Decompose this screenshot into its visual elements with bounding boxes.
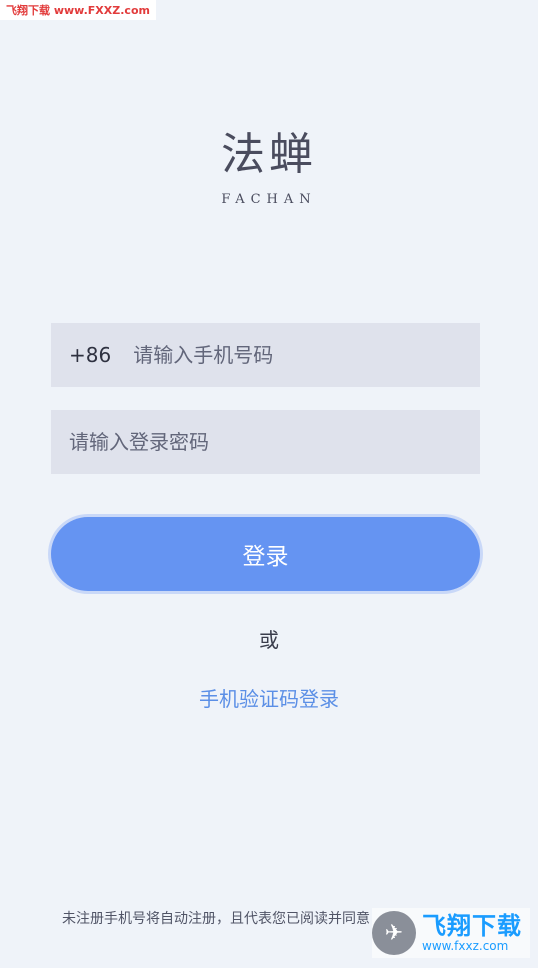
terms-text: 未注册手机号将自动注册，且代表您已阅读并同意 xyxy=(62,911,370,927)
password-input[interactable] xyxy=(69,430,369,454)
logo-subtitle: FACHAN xyxy=(221,192,317,207)
country-code[interactable]: +86 xyxy=(69,343,111,367)
login-button[interactable]: 登录 xyxy=(51,517,480,591)
phone-field[interactable]: +86 xyxy=(51,323,480,387)
watermark-top: 飞翔下载 www.FXXZ.com xyxy=(0,0,156,20)
watermark-brand: 飞翔下载 xyxy=(422,912,522,941)
or-divider: 或 xyxy=(259,628,279,652)
password-field[interactable] xyxy=(51,410,480,474)
watermark-bottom: ✈ 飞翔下载 www.fxxz.com xyxy=(372,908,530,958)
phone-input[interactable] xyxy=(133,343,434,367)
logo-title: 法蝉 xyxy=(221,129,317,180)
app-logo: 法蝉 FACHAN xyxy=(0,118,538,207)
watermark-logo-icon: ✈ xyxy=(372,911,416,955)
sms-login-link[interactable]: 手机验证码登录 xyxy=(0,683,538,712)
watermark-url: www.fxxz.com xyxy=(422,938,509,953)
